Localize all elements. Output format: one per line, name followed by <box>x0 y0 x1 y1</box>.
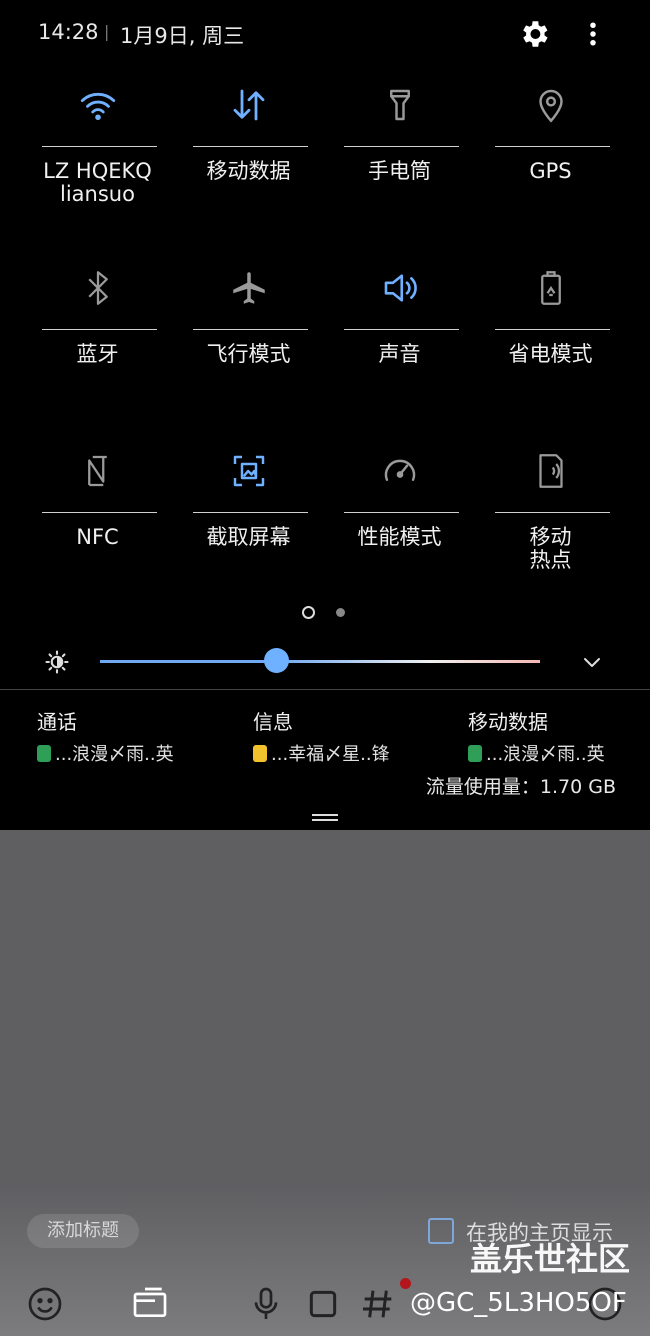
page-indicator <box>0 603 650 623</box>
status-bar: 14:28 | 1月9日, 周三 <box>0 0 650 70</box>
tile-airplane[interactable]: 飞行模式 <box>173 253 324 413</box>
data-usage-total: 流量使用量：1.70 GB <box>425 776 616 798</box>
usage-title: 移动数据 <box>468 710 548 734</box>
tile-divider <box>344 329 459 330</box>
tile-label: 声音 <box>378 342 421 366</box>
tile-wifi[interactable]: LZ HQEKQ liansuo <box>22 70 173 230</box>
emoji-icon[interactable] <box>25 1284 65 1324</box>
page-dot-current[interactable] <box>302 606 315 619</box>
tile-divider <box>344 512 459 513</box>
tile-label: 移动数据 <box>206 159 291 183</box>
mobile-data-icon <box>233 89 264 121</box>
tile-mobile-data[interactable]: 移动数据 <box>173 70 324 230</box>
brightness-slider-thumb[interactable] <box>264 648 289 673</box>
usage-sim-name: ...浪漫〆雨..英 <box>486 744 605 765</box>
screenshot-icon <box>233 455 264 487</box>
usage-column-calls[interactable]: 通话 ...浪漫〆雨..英 <box>37 706 237 766</box>
tile-label: NFC <box>76 525 119 549</box>
status-time: 14:28 <box>38 20 99 44</box>
tile-gps[interactable]: GPS <box>475 70 626 230</box>
divider <box>0 689 650 690</box>
drag-handle[interactable] <box>312 814 338 821</box>
tile-battery-saver[interactable]: 省电模式 <box>475 253 626 413</box>
square-icon[interactable] <box>303 1284 343 1324</box>
tile-label: 性能模式 <box>357 525 442 549</box>
usage-column-messages[interactable]: 信息 ...幸福〆星..锋 <box>253 706 453 766</box>
tile-label: LZ HQEKQ liansuo <box>43 159 152 206</box>
status-date: 1月9日, 周三 <box>120 24 245 48</box>
image-icon[interactable] <box>130 1284 170 1324</box>
tile-divider <box>42 329 157 330</box>
tile-label: 截取屏幕 <box>206 525 291 549</box>
microphone-icon[interactable] <box>246 1284 286 1324</box>
brightness-slider-track[interactable] <box>100 660 540 663</box>
sim-card-icon <box>468 744 482 762</box>
performance-icon <box>384 459 415 481</box>
tile-flashlight[interactable]: 手电筒 <box>324 70 475 230</box>
tile-screenshot[interactable]: 截取屏幕 <box>173 436 324 596</box>
tile-divider <box>42 146 157 147</box>
flashlight-icon <box>389 89 410 121</box>
hashtag-icon[interactable] <box>358 1284 398 1324</box>
brightness-icon[interactable] <box>43 648 71 676</box>
sound-icon <box>384 274 417 302</box>
usage-column-data[interactable]: 移动数据 ...浪漫〆雨..英 <box>468 706 650 766</box>
tile-divider <box>495 329 610 330</box>
bluetooth-icon <box>87 271 108 305</box>
show-on-home-checkbox[interactable] <box>428 1218 454 1244</box>
airplane-icon <box>232 272 265 304</box>
usage-sim-name: ...幸福〆星..锋 <box>271 744 390 765</box>
chevron-down-icon[interactable] <box>580 650 604 674</box>
usage-title: 信息 <box>253 710 293 734</box>
usage-title: 通话 <box>37 710 77 734</box>
tile-divider <box>193 146 308 147</box>
page-dot[interactable] <box>336 608 345 617</box>
watermark-logo: 盖乐世社区 <box>470 1240 631 1278</box>
usage-sim: ...浪漫〆雨..英 <box>468 740 650 766</box>
sim-card-icon <box>253 744 267 762</box>
background-app: 添加标题 在我的主页显示 盖乐世社区 @GC_5L3HO5OF <box>0 830 650 1336</box>
tile-sound[interactable]: 声音 <box>324 253 475 413</box>
status-separator: | <box>104 22 110 41</box>
watermark-credit: @GC_5L3HO5OF <box>410 1288 627 1318</box>
tile-divider <box>495 512 610 513</box>
gear-icon[interactable] <box>517 17 551 51</box>
usage-sim: ...幸福〆星..锋 <box>253 740 453 766</box>
tile-bluetooth[interactable]: 蓝牙 <box>22 253 173 413</box>
tile-nfc[interactable]: NFC <box>22 436 173 596</box>
more-vertical-icon[interactable] <box>578 17 608 51</box>
location-icon <box>538 89 563 123</box>
tile-divider <box>193 329 308 330</box>
add-title-button[interactable]: 添加标题 <box>27 1214 139 1248</box>
sim-card-icon <box>37 744 51 762</box>
wifi-icon <box>80 92 115 121</box>
tile-label: 移动 热点 <box>529 525 572 572</box>
nfc-icon <box>87 455 107 487</box>
brightness-control <box>0 640 650 685</box>
tile-label: 手电筒 <box>368 159 431 183</box>
sim-usage-panel: 通话 ...浪漫〆雨..英 信息 ...幸福〆星..锋 移动数据 ...浪漫〆雨… <box>0 700 650 830</box>
tile-label: 省电模式 <box>508 342 593 366</box>
tile-hotspot[interactable]: 移动 热点 <box>475 436 626 596</box>
usage-sim-name: ...浪漫〆雨..英 <box>55 744 174 765</box>
tile-performance[interactable]: 性能模式 <box>324 436 475 596</box>
battery-saver-icon <box>540 271 561 305</box>
tile-divider <box>344 146 459 147</box>
tile-label: 飞行模式 <box>206 342 291 366</box>
tile-divider <box>42 512 157 513</box>
tile-divider <box>193 512 308 513</box>
hotspot-icon <box>538 454 563 488</box>
tile-divider <box>495 146 610 147</box>
tile-label: 蓝牙 <box>76 342 119 366</box>
tile-label: GPS <box>529 159 572 183</box>
usage-sim: ...浪漫〆雨..英 <box>37 740 237 766</box>
